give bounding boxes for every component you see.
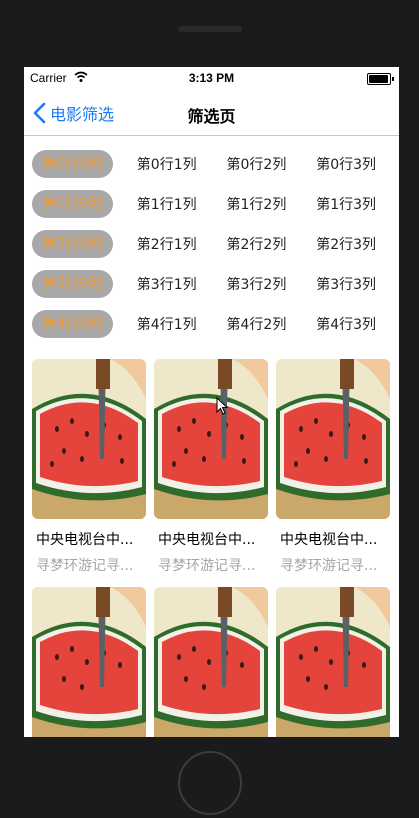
filter-row: 第1行0列 第1行1列 第1行2列 第1行3列 <box>32 184 391 224</box>
filter-option-selected[interactable]: 第1行0列 <box>32 190 113 218</box>
movie-poster <box>276 587 390 737</box>
filter-option[interactable]: 第2行3列 <box>301 234 391 254</box>
iphone-device-frame: Carrier 3:13 PM 电影筛选 筛选页 第0行0列 第0行1列 第0行… <box>0 0 419 818</box>
speaker-grille <box>177 26 242 32</box>
watermelon-image <box>32 587 146 737</box>
home-button[interactable] <box>177 751 242 815</box>
movie-poster <box>154 359 268 519</box>
movie-card[interactable]: 中央电视台中... 寻梦环游记寻... <box>154 359 268 575</box>
watermelon-image <box>276 359 390 519</box>
mouse-cursor-icon <box>216 397 228 415</box>
movie-title: 中央电视台中... <box>280 532 378 548</box>
filter-option[interactable]: 第3行2列 <box>212 274 302 294</box>
filter-option[interactable]: 第2行2列 <box>212 234 302 254</box>
movie-card[interactable] <box>32 587 146 737</box>
movie-card[interactable]: 中央电视台中... 寻梦环游记寻... <box>32 359 146 575</box>
filter-row: 第4行0列 第4行1列 第4行2列 第4行3列 <box>32 304 391 344</box>
movie-title: 中央电视台中... <box>158 532 256 548</box>
page-title: 筛选页 <box>187 107 236 126</box>
filter-row: 第3行0列 第3行1列 第3行2列 第3行3列 <box>32 264 391 304</box>
movie-poster <box>276 359 390 519</box>
filter-option[interactable]: 第3行1列 <box>122 274 212 294</box>
movie-card[interactable] <box>154 587 268 737</box>
filter-option-selected[interactable]: 第2行0列 <box>32 230 113 258</box>
filter-option[interactable]: 第1行3列 <box>301 194 391 214</box>
app-screen: Carrier 3:13 PM 电影筛选 筛选页 第0行0列 第0行1列 第0行… <box>24 67 399 737</box>
filter-row: 第0行0列 第0行1列 第0行2列 第0行3列 <box>32 144 391 184</box>
movie-poster <box>154 587 268 737</box>
status-bar: Carrier 3:13 PM <box>24 67 399 91</box>
movie-subtitle: 寻梦环游记寻... <box>36 558 134 574</box>
filter-option[interactable]: 第1行2列 <box>212 194 302 214</box>
filter-option[interactable]: 第0行3列 <box>301 154 391 174</box>
filter-option[interactable]: 第0行1列 <box>122 154 212 174</box>
filter-option[interactable]: 第2行1列 <box>122 234 212 254</box>
filter-option[interactable]: 第3行3列 <box>301 274 391 294</box>
filter-row: 第2行0列 第2行1列 第2行2列 第2行3列 <box>32 224 391 264</box>
watermelon-image <box>32 359 146 519</box>
filter-option[interactable]: 第1行1列 <box>122 194 212 214</box>
watermelon-image <box>276 587 390 737</box>
filter-option-selected[interactable]: 第0行0列 <box>32 150 113 178</box>
movie-card[interactable]: 中央电视台中... 寻梦环游记寻... <box>276 359 390 575</box>
filter-option-selected[interactable]: 第3行0列 <box>32 270 113 298</box>
navigation-bar: 电影筛选 筛选页 <box>24 91 399 136</box>
filter-option-selected[interactable]: 第4行0列 <box>32 310 113 338</box>
filter-option[interactable]: 第4行2列 <box>212 314 302 334</box>
movie-card[interactable] <box>276 587 390 737</box>
battery-icon <box>367 73 394 85</box>
status-time: 3:13 PM <box>188 71 235 85</box>
movie-poster <box>32 587 146 737</box>
watermelon-image <box>154 359 268 519</box>
filter-option[interactable]: 第0行2列 <box>212 154 302 174</box>
filter-option[interactable]: 第4行1列 <box>122 314 212 334</box>
movie-poster <box>32 359 146 519</box>
watermelon-image <box>154 587 268 737</box>
movie-subtitle: 寻梦环游记寻... <box>158 558 256 574</box>
filter-option[interactable]: 第4行3列 <box>301 314 391 334</box>
movie-title: 中央电视台中... <box>36 532 134 548</box>
movie-subtitle: 寻梦环游记寻... <box>280 558 378 574</box>
filter-grid: 第0行0列 第0行1列 第0行2列 第0行3列 第1行0列 第1行1列 第1行2… <box>24 136 399 344</box>
